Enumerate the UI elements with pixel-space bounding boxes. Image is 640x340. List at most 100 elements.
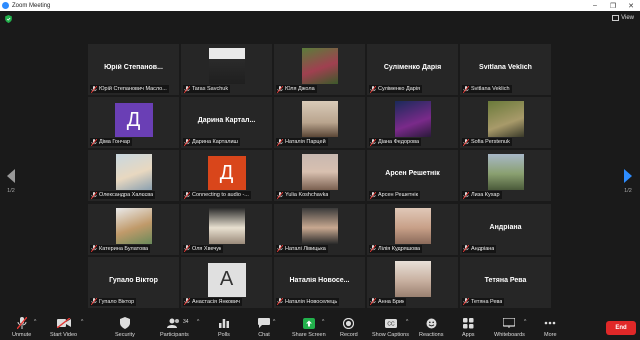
reactions-button[interactable]: Reactions [419, 317, 443, 338]
participant-tile[interactable]: Суліменко Дарія Суліменко Дарія [367, 44, 458, 95]
participant-tile[interactable]: Д Connecting to audio -... [181, 150, 272, 202]
participant-tile[interactable]: Катерина Булатова [88, 203, 179, 255]
participants-options-chevron-icon[interactable]: ^ [197, 319, 199, 325]
participant-tile[interactable]: Гупало Віктор Гупало Віктор [88, 256, 179, 308]
participant-tile[interactable]: Наталія Новосе... Наталія Новоселець [274, 256, 365, 308]
view-button[interactable]: View [612, 15, 634, 21]
participant-tile[interactable]: Андріана Андріана [460, 203, 551, 255]
mic-muted-icon [277, 298, 283, 306]
participant-tile[interactable]: Арсен Решетнік Арсен Решетнік [367, 150, 458, 202]
participant-name-label: Андріана [471, 245, 495, 252]
participant-display-name: Юрій Степанов... [104, 64, 163, 71]
participant-name-label: Діма Гончар [99, 139, 131, 146]
participant-name-label: Гупало Віктор [99, 298, 135, 305]
participant-display-name: Тетяна Рева [484, 276, 527, 284]
participant-tile[interactable]: Лиза Кухар [460, 150, 551, 202]
share-screen-icon [302, 317, 315, 329]
page-indicator-right: 1/2 [624, 188, 632, 194]
participant-name-label: Олександра Халєєва [99, 192, 154, 199]
apps-label: Apps [462, 332, 475, 338]
video-options-chevron-icon[interactable]: ^ [81, 319, 83, 325]
participant-name-label: Юрій Степанович Масло... [99, 86, 167, 92]
unmute-button[interactable]: Unmute [12, 317, 31, 338]
minimize-icon[interactable]: – [586, 0, 604, 11]
mic-muted-icon [370, 85, 376, 93]
shield-icon[interactable] [5, 15, 12, 23]
view-label: View [621, 15, 634, 21]
show-captions-button[interactable]: CC Show Captions [372, 317, 409, 338]
mic-muted-icon [370, 191, 376, 199]
participant-tile[interactable]: A Анастасія Янкович [181, 256, 272, 308]
record-button[interactable]: Record [340, 317, 358, 338]
participant-tile[interactable]: Дарина Картал... Дарина Карталиш [181, 97, 272, 149]
audio-options-chevron-icon[interactable]: ^ [34, 319, 36, 325]
zoom-logo-icon [2, 2, 9, 9]
apps-button[interactable]: Apps [462, 317, 475, 338]
participant-tile[interactable]: Д Діма Гончар [88, 97, 179, 149]
polls-button[interactable]: Polls [218, 317, 230, 338]
close-icon[interactable]: ✕ [622, 0, 640, 11]
participant-name-tag: Анастасія Янкович [183, 297, 242, 306]
avatar [115, 154, 152, 191]
participant-tile[interactable]: Sofia Perstenuk [460, 97, 551, 149]
chat-options-chevron-icon[interactable]: ^ [273, 319, 275, 325]
end-meeting-button[interactable]: End [606, 321, 636, 335]
next-page-button[interactable]: 1/2 [622, 169, 634, 194]
participants-label: Participants [160, 332, 189, 338]
share-screen-button[interactable]: Share Screen [292, 317, 326, 338]
whiteboards-button[interactable]: Whiteboards [494, 317, 525, 338]
participant-tile[interactable]: Лілія Кудряшова [367, 203, 458, 255]
participant-tile[interactable]: Юля Джола [274, 44, 365, 95]
reactions-smiley-icon [426, 318, 437, 328]
captions-options-chevron-icon[interactable]: ^ [406, 319, 408, 325]
maximize-icon[interactable]: ❐ [604, 0, 622, 11]
participant-tile[interactable]: Діана Федорова [367, 97, 458, 149]
participant-tile[interactable]: Yulia Koshchavka [274, 150, 365, 202]
whiteboard-options-chevron-icon[interactable]: ^ [524, 319, 526, 325]
participant-tile[interactable]: Тетяна Рева Тетяна Рева [460, 256, 551, 308]
meeting-stage: View 1/2 1/2 Юрій Степанов... Юрій Степан… [0, 11, 640, 314]
mic-muted-icon [463, 298, 469, 306]
participant-name-label: Оля Хвечук [192, 245, 222, 252]
participant-tile[interactable]: Наталія Парцей [274, 97, 365, 149]
participant-display-name: Арсен Решетнік [385, 170, 440, 178]
participant-tile[interactable]: Наталі Лівицька [274, 203, 365, 255]
apps-icon [462, 317, 474, 328]
participant-tile[interactable]: Svitlana Veklich Svitlana Veklich [460, 44, 551, 95]
video-off-icon [56, 318, 71, 328]
security-button[interactable]: Security [115, 317, 135, 338]
participant-name-label: Дарина Карталиш [192, 139, 238, 146]
participant-name-label: Юля Джола [285, 86, 315, 92]
mic-muted-icon [91, 85, 97, 93]
participant-display-name: Svitlana Veklich [479, 64, 532, 71]
participant-tile[interactable]: Оля Хвечук [181, 203, 272, 255]
participant-name-tag: Анна Брик [369, 297, 407, 306]
mic-muted-icon [91, 138, 97, 146]
avatar [487, 101, 524, 138]
participant-name-label: Діана Федорова [378, 139, 420, 146]
avatar [208, 48, 245, 84]
share-options-chevron-icon[interactable]: ^ [322, 319, 324, 325]
polls-label: Polls [218, 332, 230, 338]
participant-name-label: Тетяна Рева [471, 298, 503, 305]
participant-tile[interactable]: Taras Savchuk [181, 44, 272, 95]
chat-button[interactable]: Chat [258, 317, 270, 338]
participant-name-tag: Арсен Решетнік [369, 191, 421, 200]
chat-label: Chat [258, 332, 270, 338]
avatar-letter: Д [207, 156, 246, 191]
participant-name-label: Taras Savchuk [192, 86, 229, 92]
participant-tile[interactable]: Юрій Степанов... Юрій Степанович Масло... [88, 44, 179, 95]
mic-muted-icon [463, 245, 469, 253]
participant-tile[interactable]: Олександра Халєєва [88, 150, 179, 202]
start-video-button[interactable]: Start Video [50, 317, 77, 338]
participant-name-tag: Connecting to audio -... [183, 191, 251, 200]
participant-tile[interactable]: Анна Брик [367, 256, 458, 308]
meeting-toolbar: Unmute ^ Start Video ^ Security Particip… [0, 314, 640, 340]
more-button[interactable]: More [544, 317, 557, 338]
participant-name-tag: Олександра Халєєва [90, 191, 156, 200]
share-screen-label: Share Screen [292, 332, 326, 338]
prev-page-button[interactable]: 1/2 [5, 169, 17, 194]
chevron-right-icon [624, 169, 632, 183]
mic-muted-icon [277, 191, 283, 199]
participant-name-label: Sofia Perstenuk [471, 139, 510, 146]
